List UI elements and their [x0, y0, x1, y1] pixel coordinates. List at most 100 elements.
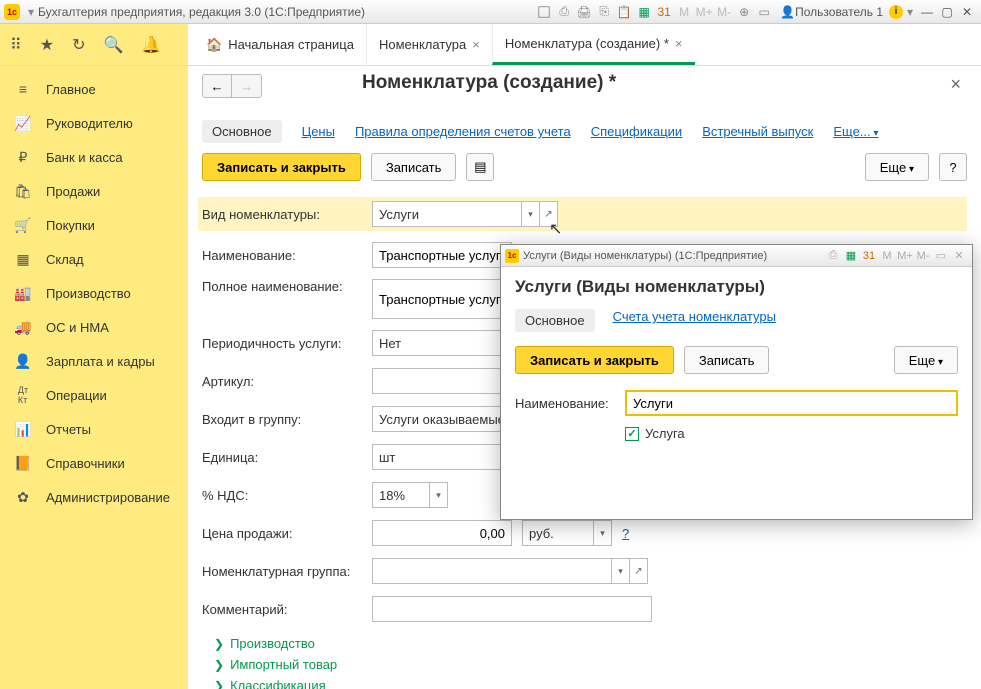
app-menu-dropdown[interactable]: ▾: [24, 5, 38, 19]
copy-icon[interactable]: ⎘: [594, 3, 614, 21]
dialog-subtab-main[interactable]: Основное: [515, 309, 595, 332]
print-preview-icon[interactable]: 🖨: [574, 3, 594, 21]
dialog-subtab-accounts[interactable]: Счета учета номенклатуры: [613, 309, 776, 332]
sidebar-item-bank[interactable]: ₽Банк и касса: [0, 140, 188, 174]
sidebar-item-reports[interactable]: 📊Отчеты: [0, 412, 188, 446]
home-tab[interactable]: 🏠 Начальная страница: [194, 24, 366, 65]
chevron-right-icon: ❯: [214, 679, 224, 689]
price-input[interactable]: [372, 520, 512, 546]
sidebar-item-admin[interactable]: ✿Администрирование: [0, 480, 188, 514]
favorite-icon[interactable]: ★: [40, 35, 54, 55]
sidebar-item-references[interactable]: 📙Справочники: [0, 446, 188, 480]
group-select[interactable]: Услуги оказываемые: [372, 406, 512, 432]
date-icon[interactable]: 31: [654, 3, 674, 21]
subtab-more[interactable]: Еще...: [833, 124, 878, 139]
tab-close-icon[interactable]: ×: [472, 37, 480, 52]
apps-icon[interactable]: ⠿: [10, 35, 22, 55]
price-help[interactable]: ?: [622, 526, 629, 541]
more-button[interactable]: Еще: [865, 153, 929, 181]
zoom-icon[interactable]: ⊕: [734, 3, 754, 21]
subtab-specs[interactable]: Спецификации: [591, 124, 683, 139]
sidebar-item-main[interactable]: ≡Главное: [0, 72, 188, 106]
save-button[interactable]: Записать: [371, 153, 457, 181]
save-icon[interactable]: [534, 3, 554, 21]
dialog-name-input[interactable]: [625, 390, 958, 416]
minimize-button[interactable]: —: [917, 5, 937, 19]
tree-production[interactable]: ❯Производство: [214, 633, 967, 654]
tree-import[interactable]: ❯Импортный товар: [214, 654, 967, 675]
info-icon[interactable]: i: [889, 5, 903, 19]
nomgroup-dropdown-icon[interactable]: ▾: [612, 558, 630, 584]
tab-close-icon[interactable]: ×: [675, 36, 683, 51]
name-input[interactable]: [372, 242, 512, 268]
unit-select[interactable]: шт: [372, 444, 512, 470]
sidebar-item-operations[interactable]: ДтКтОперации: [0, 378, 188, 412]
sidebar-item-assets[interactable]: 🚚ОС и НМА: [0, 310, 188, 344]
service-checkbox[interactable]: ✓: [625, 427, 639, 441]
m-plus-icon[interactable]: M+: [694, 3, 714, 21]
fullname-input[interactable]: [372, 279, 512, 319]
search-icon[interactable]: 🔍: [103, 35, 123, 55]
sidebar-item-purchases[interactable]: 🛒Покупки: [0, 208, 188, 242]
tab-nomenclature-create[interactable]: Номенклатура (создание) * ×: [492, 24, 695, 65]
m-icon[interactable]: M: [674, 3, 694, 21]
list-icon-button[interactable]: ▤: [466, 153, 494, 181]
compare-icon[interactable]: 📋: [614, 3, 634, 21]
m-minus-icon[interactable]: M-: [914, 250, 932, 262]
bag-icon: 🛍: [14, 183, 32, 200]
print-icon[interactable]: ⎙: [824, 249, 842, 262]
dialog-minimize-button[interactable]: ▭: [932, 249, 950, 262]
bell-icon[interactable]: 🔔: [141, 35, 161, 55]
close-page-button[interactable]: ×: [944, 74, 967, 95]
period-select[interactable]: Нет: [372, 330, 512, 356]
tab-nomenclature[interactable]: Номенклатура ×: [366, 24, 492, 65]
calendar-icon[interactable]: ▦: [842, 249, 860, 262]
currency-select[interactable]: руб.: [522, 520, 594, 546]
info-dropdown[interactable]: ▾: [903, 5, 917, 19]
close-button[interactable]: ✕: [957, 5, 977, 19]
vid-open-icon[interactable]: ↗: [540, 201, 558, 227]
book-icon: 📙: [14, 455, 32, 472]
m-plus-icon[interactable]: M+: [896, 250, 914, 262]
sidebar-item-manager[interactable]: 📈Руководителю: [0, 106, 188, 140]
person-icon: 👤: [14, 353, 32, 370]
maximize-button[interactable]: ▢: [937, 5, 957, 19]
sidebar-item-salary[interactable]: 👤Зарплата и кадры: [0, 344, 188, 378]
save-close-button[interactable]: Записать и закрыть: [202, 153, 361, 181]
history-icon[interactable]: ↻: [72, 35, 85, 55]
chevron-right-icon: ❯: [214, 658, 224, 672]
dialog-actions: Записать и закрыть Записать Еще: [515, 346, 958, 374]
tree-classification[interactable]: ❯Классификация: [214, 675, 967, 689]
sidebar-item-production[interactable]: 🏭Производство: [0, 276, 188, 310]
dialog-close-button[interactable]: ✕: [950, 249, 968, 262]
calendar-icon[interactable]: ▦: [634, 3, 654, 21]
subtab-rules[interactable]: Правила определения счетов учета: [355, 124, 571, 139]
nomgroup-open-icon[interactable]: ↗: [630, 558, 648, 584]
back-button[interactable]: ←: [202, 74, 232, 98]
subtab-prices[interactable]: Цены: [302, 124, 335, 139]
subtab-counter[interactable]: Встречный выпуск: [702, 124, 813, 139]
nomgroup-label: Номенклатурная группа:: [202, 564, 372, 579]
sidebar-item-sales[interactable]: 🛍Продажи: [0, 174, 188, 208]
forward-button[interactable]: →: [232, 74, 262, 98]
m-minus-icon[interactable]: M-: [714, 3, 734, 21]
m-icon[interactable]: M: [878, 250, 896, 262]
date-icon[interactable]: 31: [860, 250, 878, 262]
subtab-main[interactable]: Основное: [202, 120, 282, 143]
print-icon[interactable]: ⎙: [554, 3, 574, 21]
dialog-save-close-button[interactable]: Записать и закрыть: [515, 346, 674, 374]
vid-select[interactable]: Услуги: [372, 201, 522, 227]
currency-dropdown-icon[interactable]: ▾: [594, 520, 612, 546]
nds-select[interactable]: 18%: [372, 482, 430, 508]
dialog-more-button[interactable]: Еще: [894, 346, 958, 374]
vid-dropdown-icon[interactable]: ▾: [522, 201, 540, 227]
help-button[interactable]: ?: [939, 153, 967, 181]
comment-input[interactable]: [372, 596, 652, 622]
dialog-save-button[interactable]: Записать: [684, 346, 770, 374]
artikul-input[interactable]: [372, 368, 512, 394]
user-label[interactable]: 👤 Пользователь 1: [780, 5, 883, 19]
sidebar-item-warehouse[interactable]: ▦Склад: [0, 242, 188, 276]
nds-dropdown-icon[interactable]: ▾: [430, 482, 448, 508]
nomgroup-select[interactable]: [372, 558, 612, 584]
calc-icon[interactable]: ▭: [754, 3, 774, 21]
